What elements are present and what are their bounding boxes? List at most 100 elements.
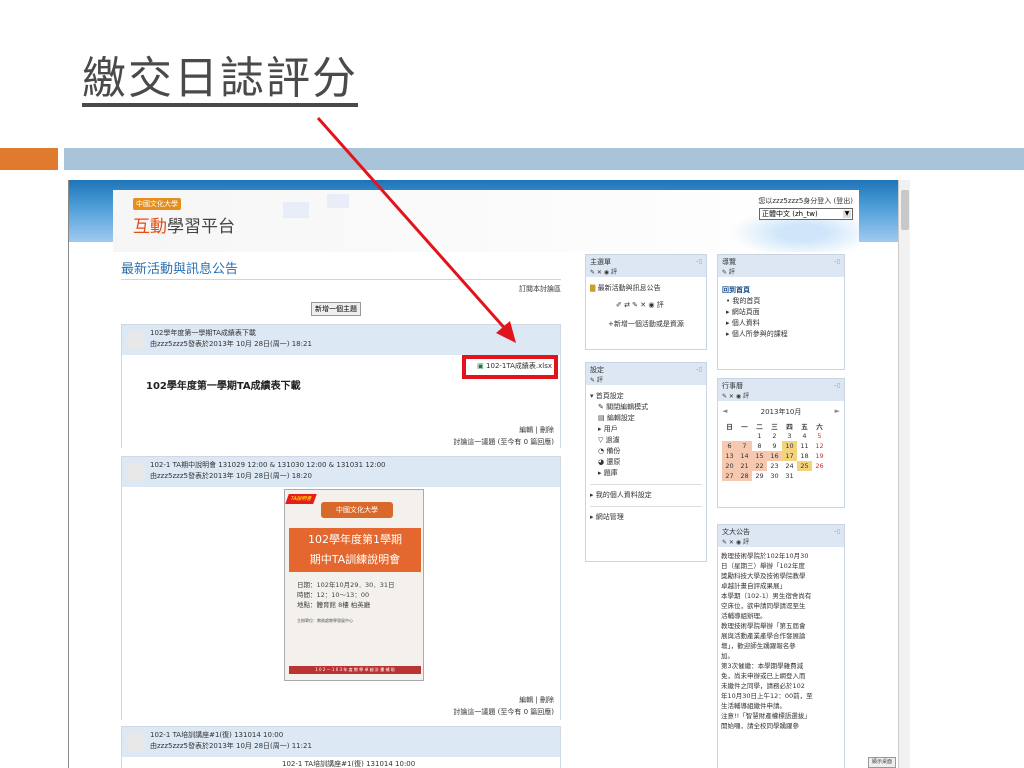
calendar-day[interactable]: 5 [812,431,827,441]
block-edit-icons[interactable]: ✎ ✕ ◉ 評 [722,537,840,546]
calendar-day[interactable]: 27 [722,471,737,481]
calendar-day[interactable]: 25 [797,461,812,471]
settings-item-restore[interactable]: ◕ 還原 [590,457,702,468]
calendar-day[interactable]: 16 [767,451,782,461]
calendar-day[interactable]: 7 [737,441,752,451]
scrollbar-thumb[interactable] [901,190,909,230]
calendar-day[interactable]: 31 [782,471,797,481]
block-edit-icons[interactable]: ✎ ✕ ◉ 評 [590,267,702,276]
settings-item-home[interactable]: ▾ 首頁設定 [590,391,702,402]
calendar-day[interactable]: 17 [782,451,797,461]
news-line[interactable]: 年10月30日上午12：00前，至 [721,691,841,701]
news-line[interactable]: 加。 [721,651,841,661]
reply-link[interactable]: 討論這一議題 (至今有 0 篇回應) [453,437,554,447]
calendar-day[interactable]: 21 [737,461,752,471]
block-edit-icons[interactable]: ✎ 評 [590,375,702,384]
news-line[interactable]: 教理技術學院舉辦「第五屆會 [721,621,841,631]
block-content: ▾ 首頁設定 ✎ 關閉編輯模式 ▤ 編輯設定 ▸ 用戶 ▽ 過濾 ◔ 備份 ◕ … [586,385,706,529]
news-line[interactable]: 第3次催繳：本學期學雜費減 [721,661,841,671]
prev-month-button[interactable]: ◄ [722,407,727,417]
calendar-day[interactable]: 13 [722,451,737,461]
forum-post: 102學年度第一學期TA成績表下載 由zzz5zzz5發表於2013年 10月 … [121,324,561,449]
new-topic-button[interactable]: 新增一個主題 [311,302,361,316]
nav-home-link[interactable]: 回到首頁 [722,285,840,296]
reply-link[interactable]: 討論這一議題 (至今有 0 篇回應) [453,707,554,717]
calendar-day[interactable]: 1 [752,431,767,441]
block-dock-icon[interactable]: –▯ [834,528,840,535]
block-dock-icon[interactable]: –▯ [834,382,840,389]
news-line[interactable]: 空床位，欲申請同學請逕至生 [721,601,841,611]
calendar-day[interactable]: 9 [767,441,782,451]
calendar-day[interactable]: 23 [767,461,782,471]
settings-item-backup[interactable]: ◔ 備份 [590,446,702,457]
calendar-day[interactable]: 8 [752,441,767,451]
settings-item-edit-mode[interactable]: ✎ 關閉編輯模式 [590,402,702,413]
decor-square [283,202,309,218]
subscribe-link[interactable]: 訂閱本討論區 [519,284,561,294]
calendar-day[interactable]: 14 [737,451,752,461]
calendar-weekday: 二 [756,423,763,431]
settings-item-profile[interactable]: ▸ 我的個人資料設定 [590,490,702,501]
settings-item-users[interactable]: ▸ 用戶 [590,424,702,435]
news-line[interactable]: 展與活動產業產學合作發展論 [721,631,841,641]
news-line[interactable]: 卓越計畫自評成果展」 [721,581,841,591]
calendar-day[interactable]: 6 [722,441,737,451]
calendar-day[interactable]: 12 [812,441,827,451]
calendar-day[interactable]: 15 [752,451,767,461]
calendar-day[interactable]: 22 [752,461,767,471]
nav-item-my-courses[interactable]: ▸ 個人所參與的課程 [722,329,840,340]
news-line[interactable]: 開始囉，請全校同學踴躍參 [721,721,841,731]
news-line[interactable]: 未繳件之同學，請務必於102 [721,681,841,691]
news-line[interactable]: 免，尚未申辦或已上網登入而 [721,671,841,681]
menu-item-news[interactable]: ▇ 最新活動與訊息公告 [590,283,702,294]
calendar-day[interactable]: 10 [782,441,797,451]
calendar-day[interactable]: 26 [812,461,827,471]
platform-logo[interactable]: 互動學習平台 [133,212,235,237]
next-month-button[interactable]: ► [835,407,840,417]
news-line[interactable]: 日（星期三）舉辦「102年度 [721,561,841,571]
settings-item-site-admin[interactable]: ▸ 網站管理 [590,512,702,523]
calendar-day[interactable]: 4 [797,431,812,441]
block-dock-icon[interactable]: –▯ [834,258,840,265]
calendar-day[interactable]: 24 [782,461,797,471]
block-edit-icons[interactable]: ✎ ✕ ◉ 評 [722,391,840,400]
page-scrollbar[interactable] [898,180,910,768]
settings-item-edit[interactable]: ▤ 編輯設定 [590,413,702,424]
news-line[interactable]: 教理技術學院於102年10月30 [721,551,841,561]
calendar-day[interactable]: 18 [797,451,812,461]
calendar-day[interactable]: 2 [767,431,782,441]
block-dock-icon[interactable]: –▯ [696,258,702,265]
nav-item-site-pages[interactable]: ▸ 網站頁面 [722,307,840,318]
corner-tag[interactable]: 顯示桌面 [868,757,896,768]
menu-item-tools[interactable]: ✐ ⇄ ✎ ✕ ◉ 評 [590,300,702,311]
add-activity-link[interactable]: +新增一個活動或是資源 [590,319,702,330]
calendar-day[interactable]: 29 [752,471,767,481]
calendar-day [737,431,752,441]
nav-label: 個人所參與的課程 [731,330,788,338]
news-line[interactable]: 注意!!「智慧財產權標語選拔」 [721,711,841,721]
news-line[interactable]: 獎勵科技大學及技術學院教學 [721,571,841,581]
calendar-week-row: 12345 [722,431,827,441]
calendar-day[interactable]: 11 [797,441,812,451]
block-dock-icon[interactable]: –▯ [696,366,702,373]
settings-item-filter[interactable]: ▽ 過濾 [590,435,702,446]
nav-item-profile[interactable]: ▸ 個人資料 [722,318,840,329]
news-line[interactable]: 壇」，歡迎師生踴躍報名參 [721,641,841,651]
login-status[interactable]: 您以zzz5zzz5身分登入 (登出) [758,196,853,206]
calendar-day[interactable]: 28 [737,471,752,481]
post-meta: 由zzz5zzz5發表於2013年 10月 28日(周一) 11:21 [150,742,312,750]
nav-item-my-home[interactable]: • 我的首頁 [722,296,840,307]
calendar-day[interactable]: 20 [722,461,737,471]
block-edit-icons[interactable]: ✎ 評 [722,267,840,276]
language-select[interactable]: 正體中文 (zh_tw) ▼ [759,208,853,220]
forum-icon: ▇ [590,284,596,292]
edit-delete-links[interactable]: 編輯 | 刪除 [519,695,554,705]
news-line[interactable]: 活輔導組辦理。 [721,611,841,621]
news-line[interactable]: 本學期（102-1）男生宿舍尚有 [721,591,841,601]
calendar-day[interactable]: 19 [812,451,827,461]
news-line[interactable]: 生活輔導組繳件申請。 [721,701,841,711]
edit-delete-links[interactable]: 編輯 | 刪除 [519,425,554,435]
calendar-day[interactable]: 30 [767,471,782,481]
settings-item-question-bank[interactable]: ▸ 題庫 [590,468,702,479]
calendar-day[interactable]: 3 [782,431,797,441]
